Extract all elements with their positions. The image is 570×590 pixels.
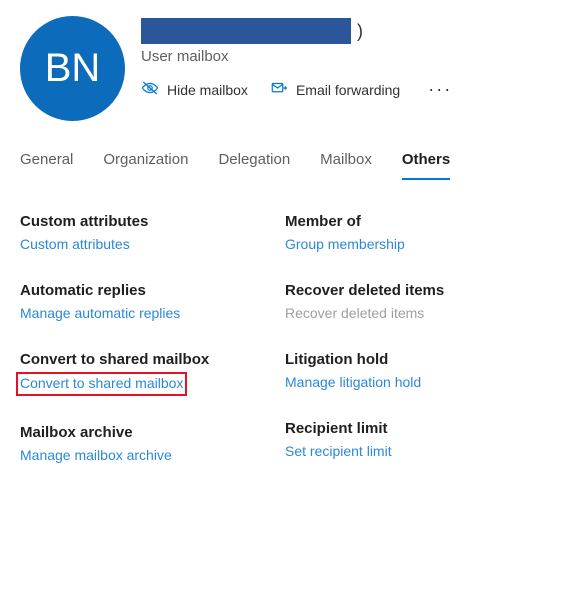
- section-title: Litigation hold: [285, 351, 550, 368]
- section-automatic-replies: Automatic replies Manage automatic repli…: [20, 282, 285, 323]
- content-left-column: Custom attributes Custom attributes Auto…: [20, 213, 285, 465]
- tab-general[interactable]: General: [20, 145, 73, 180]
- profile-header: BN ) User mailbox Hide mailbox: [0, 0, 570, 145]
- user-name-trailing: ): [357, 21, 363, 42]
- section-member-of: Member of Group membership: [285, 213, 550, 254]
- hide-mailbox-button[interactable]: Hide mailbox: [141, 79, 248, 100]
- manage-automatic-replies-link[interactable]: Manage automatic replies: [20, 305, 180, 321]
- custom-attributes-link[interactable]: Custom attributes: [20, 236, 130, 252]
- convert-to-shared-link[interactable]: Convert to shared mailbox: [20, 375, 183, 391]
- user-name-redacted: [141, 18, 351, 44]
- user-type: User mailbox: [141, 48, 550, 65]
- section-litigation-hold: Litigation hold Manage litigation hold: [285, 351, 550, 392]
- group-membership-link[interactable]: Group membership: [285, 236, 405, 252]
- section-mailbox-archive: Mailbox archive Manage mailbox archive: [20, 424, 285, 465]
- tabs: General Organization Delegation Mailbox …: [0, 145, 570, 181]
- section-title: Mailbox archive: [20, 424, 285, 441]
- section-recover-deleted: Recover deleted items Recover deleted it…: [285, 282, 550, 323]
- profile-info: ) User mailbox Hide mailbox: [141, 16, 550, 100]
- tab-delegation[interactable]: Delegation: [218, 145, 290, 180]
- highlight-annotation: Convert to shared mailbox: [16, 372, 187, 396]
- section-title: Custom attributes: [20, 213, 285, 230]
- email-forwarding-button[interactable]: Email forwarding: [270, 79, 400, 100]
- content-right-column: Member of Group membership Recover delet…: [285, 213, 550, 465]
- eye-hide-icon: [141, 79, 159, 100]
- recover-deleted-link: Recover deleted items: [285, 305, 424, 321]
- section-recipient-limit: Recipient limit Set recipient limit: [285, 420, 550, 461]
- manage-mailbox-archive-link[interactable]: Manage mailbox archive: [20, 447, 172, 463]
- content-grid: Custom attributes Custom attributes Auto…: [0, 213, 570, 465]
- tab-others[interactable]: Others: [402, 145, 450, 180]
- section-title: Recover deleted items: [285, 282, 550, 299]
- section-title: Automatic replies: [20, 282, 285, 299]
- avatar: BN: [20, 16, 125, 121]
- email-forwarding-label: Email forwarding: [296, 82, 400, 98]
- avatar-initials: BN: [45, 46, 101, 91]
- section-convert-to-shared: Convert to shared mailbox Convert to sha…: [20, 351, 285, 396]
- section-title: Recipient limit: [285, 420, 550, 437]
- section-custom-attributes: Custom attributes Custom attributes: [20, 213, 285, 254]
- profile-actions: Hide mailbox Email forwarding ···: [141, 79, 550, 100]
- set-recipient-limit-link[interactable]: Set recipient limit: [285, 443, 392, 459]
- section-title: Member of: [285, 213, 550, 230]
- more-actions-button[interactable]: ···: [428, 79, 452, 100]
- tab-mailbox[interactable]: Mailbox: [320, 145, 372, 180]
- tab-organization[interactable]: Organization: [103, 145, 188, 180]
- hide-mailbox-label: Hide mailbox: [167, 82, 248, 98]
- user-name-row: ): [141, 18, 550, 44]
- manage-litigation-hold-link[interactable]: Manage litigation hold: [285, 374, 421, 390]
- section-title: Convert to shared mailbox: [20, 351, 285, 368]
- mail-forward-icon: [270, 79, 288, 100]
